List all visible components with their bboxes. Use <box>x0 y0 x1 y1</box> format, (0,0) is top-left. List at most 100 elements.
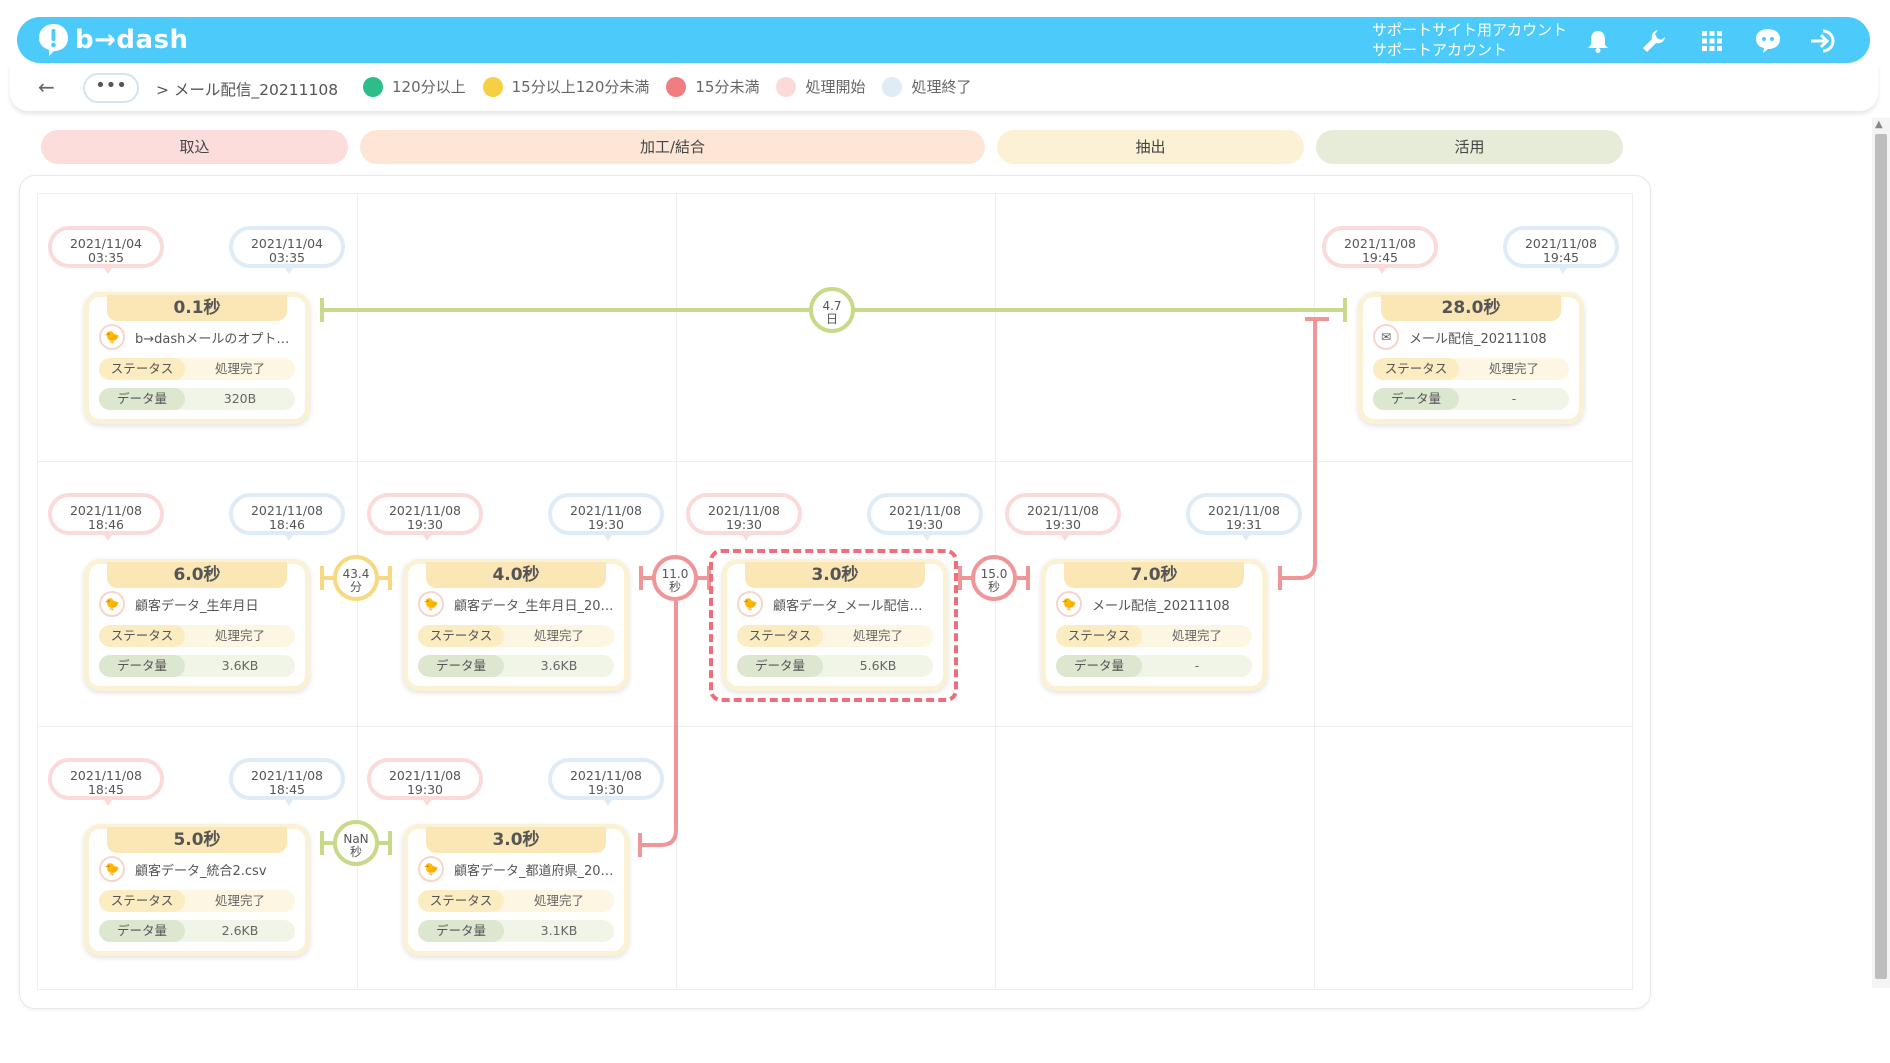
start-time-bubble: 2021/11/08 19:30 <box>686 493 802 541</box>
card-data-size: 3.6KB <box>540 658 578 673</box>
app-header: b→dash サポートサイト用アカウント サポートアカウント <box>17 17 1870 63</box>
card-data-size: - <box>1194 658 1200 673</box>
end-time-bubble: 2021/11/08 19:30 <box>548 758 664 806</box>
end-time-bubble: 2021/11/04 03:35 <box>229 226 345 274</box>
process-card[interactable]: 0.1秒 🐤b→dashメールのオプトアウト ステータス処理完了 データ量320… <box>84 292 310 424</box>
chat-bot-icon[interactable] <box>1753 26 1783 56</box>
account-info[interactable]: サポートサイト用アカウント サポートアカウント <box>1372 20 1567 60</box>
legend-dot-icon <box>882 76 903 97</box>
legend-dot-icon <box>482 76 503 97</box>
card-data-size: 5.6KB <box>859 658 897 673</box>
back-arrow-icon[interactable]: ← <box>38 75 55 99</box>
start-time-bubble: 2021/11/08 19:45 <box>1322 226 1438 274</box>
card-status: 処理完了 <box>1171 628 1222 643</box>
mail-icon: ✉ <box>1373 324 1399 350</box>
process-card[interactable]: 28.0秒 ✉ メール配信_20211108 ステータス 処理完了 データ量 - <box>1358 292 1584 424</box>
phase-import: 取込 <box>41 130 348 164</box>
logo-bubble-icon <box>39 24 68 56</box>
start-time-bubble: 2021/11/08 18:46 <box>48 493 164 541</box>
card-duration: 28.0秒 <box>1381 295 1561 321</box>
legend-item: 15分以上120分未満 <box>482 76 649 97</box>
start-time-bubble: 2021/11/08 18:45 <box>48 758 164 806</box>
account-site: サポートサイト用アカウント <box>1372 21 1568 39</box>
bell-icon[interactable] <box>1583 26 1613 56</box>
legend-item: 15分未満 <box>666 76 759 97</box>
more-breadcrumb-button[interactable]: ••• <box>83 73 139 103</box>
legend-item: 処理開始 <box>776 76 865 97</box>
start-time-bubble: 2021/11/08 19:30 <box>367 758 483 806</box>
end-time-bubble: 2021/11/08 19:45 <box>1503 226 1619 274</box>
card-status: 処理完了 <box>852 628 903 643</box>
end-time-bubble: 2021/11/08 19:31 <box>1186 493 1302 541</box>
card-name: メール配信_20211108 <box>1092 598 1230 614</box>
legend-dot-icon <box>363 76 383 97</box>
card-duration: 7.0秒 <box>1064 562 1244 588</box>
card-data-size: 320B <box>223 391 257 406</box>
gap-badge: 4.7 日 <box>809 287 855 333</box>
card-duration: 3.0秒 <box>426 827 606 853</box>
process-card[interactable]: 4.0秒 🐤 顧客データ_生年月日_2021 ステータス 処理完了 データ量 3.6K… <box>403 559 629 691</box>
card-name: 顧客データ_統合2.csv <box>135 863 267 879</box>
grid-apps-icon[interactable] <box>1697 26 1727 56</box>
end-time-bubble: 2021/11/08 18:45 <box>229 758 345 806</box>
card-name: 顧客データ_生年月日_2021 <box>454 598 614 614</box>
gap-badge: 11.0 秒 <box>652 555 698 601</box>
start-time-bubble: 2021/11/04 03:35 <box>48 226 164 274</box>
card-duration: 3.0秒 <box>745 562 925 588</box>
card-duration: 4.0秒 <box>426 562 606 588</box>
card-status: 処理完了 <box>214 893 265 908</box>
legend-item: 120分以上 <box>363 76 466 97</box>
import-icon: 🐤 <box>99 856 125 882</box>
breadcrumb-current: > メール配信_20211108 <box>156 81 339 99</box>
card-data-size: 3.1KB <box>540 923 578 938</box>
scrollbar-thumb[interactable] <box>1875 134 1887 979</box>
process-card[interactable]: 6.0秒 🐤 顧客データ_生年月日 ステータス 処理完了 データ量 3.6KB <box>84 559 310 691</box>
gap-badge: 15.0 秒 <box>971 555 1017 601</box>
process-card[interactable]: 3.0秒 🐤 顧客データ_都道府県_2021 ステータス 処理完了 データ量 3.1K… <box>403 824 629 956</box>
card-status: 処理完了 <box>1488 361 1539 376</box>
legend-dot-icon <box>776 76 797 97</box>
legend-dot-icon <box>666 76 687 97</box>
extract-icon: 🐤 <box>1056 591 1082 617</box>
card-duration: 5.0秒 <box>107 827 287 853</box>
card-name: 顧客データ_生年月日 <box>135 598 259 614</box>
end-time-bubble: 2021/11/08 18:46 <box>229 493 345 541</box>
card-status: 処理完了 <box>214 361 265 376</box>
card-name: 顧客データ_都道府県_2021 <box>454 863 614 879</box>
import-icon: 🐤 <box>99 591 125 617</box>
scroll-up-icon[interactable]: ▲ <box>1875 119 1883 130</box>
start-time-bubble: 2021/11/08 19:30 <box>367 493 483 541</box>
account-name: サポートアカウント <box>1372 41 1508 59</box>
phase-extract: 抽出 <box>997 130 1304 164</box>
card-status: 処理完了 <box>533 628 584 643</box>
process-icon: 🐤 <box>737 591 763 617</box>
card-data-size: 2.6KB <box>221 923 259 938</box>
phase-use: 活用 <box>1316 130 1623 164</box>
process-icon: 🐤 <box>418 591 444 617</box>
import-icon: 🐤 <box>99 324 125 350</box>
card-status: 処理完了 <box>533 893 584 908</box>
card-data-size: - <box>1511 391 1517 406</box>
brand-name: b→dash <box>75 25 189 55</box>
status-legend: 120分以上 15分以上120分未満 15分未満 処理開始 処理終了 <box>363 76 988 97</box>
card-duration: 0.1秒 <box>107 295 287 321</box>
gap-badge: NaN 秒 <box>333 820 379 866</box>
end-time-bubble: 2021/11/08 19:30 <box>867 493 983 541</box>
process-card[interactable]: 5.0秒 🐤 顧客データ_統合2.csv ステータス 処理完了 データ量 2.6KB <box>84 824 310 956</box>
process-card[interactable]: 3.0秒 🐤 顧客データ_メール配信対象 ステータス 処理完了 データ量 5.6KB <box>722 559 948 691</box>
wrench-icon[interactable] <box>1639 26 1669 56</box>
card-name: 顧客データ_メール配信対象 <box>773 598 933 614</box>
card-data-size: 3.6KB <box>221 658 259 673</box>
brand-logo[interactable]: b→dash <box>35 22 189 58</box>
process-card[interactable]: 7.0秒 🐤 メール配信_20211108 ステータス 処理完了 データ量 - <box>1041 559 1267 691</box>
card-name: b→dashメールのオプトアウト <box>135 331 295 347</box>
logout-icon[interactable] <box>1809 26 1839 56</box>
card-duration: 6.0秒 <box>107 562 287 588</box>
legend-item: 処理終了 <box>882 76 971 97</box>
phase-process: 加工/結合 <box>360 130 985 164</box>
card-status: 処理完了 <box>214 628 265 643</box>
breadcrumb-bar: ← ••• > メール配信_20211108 120分以上 15分以上120分未… <box>10 63 1878 111</box>
end-time-bubble: 2021/11/08 19:30 <box>548 493 664 541</box>
card-name: メール配信_20211108 <box>1409 331 1547 347</box>
process-icon: 🐤 <box>418 856 444 882</box>
